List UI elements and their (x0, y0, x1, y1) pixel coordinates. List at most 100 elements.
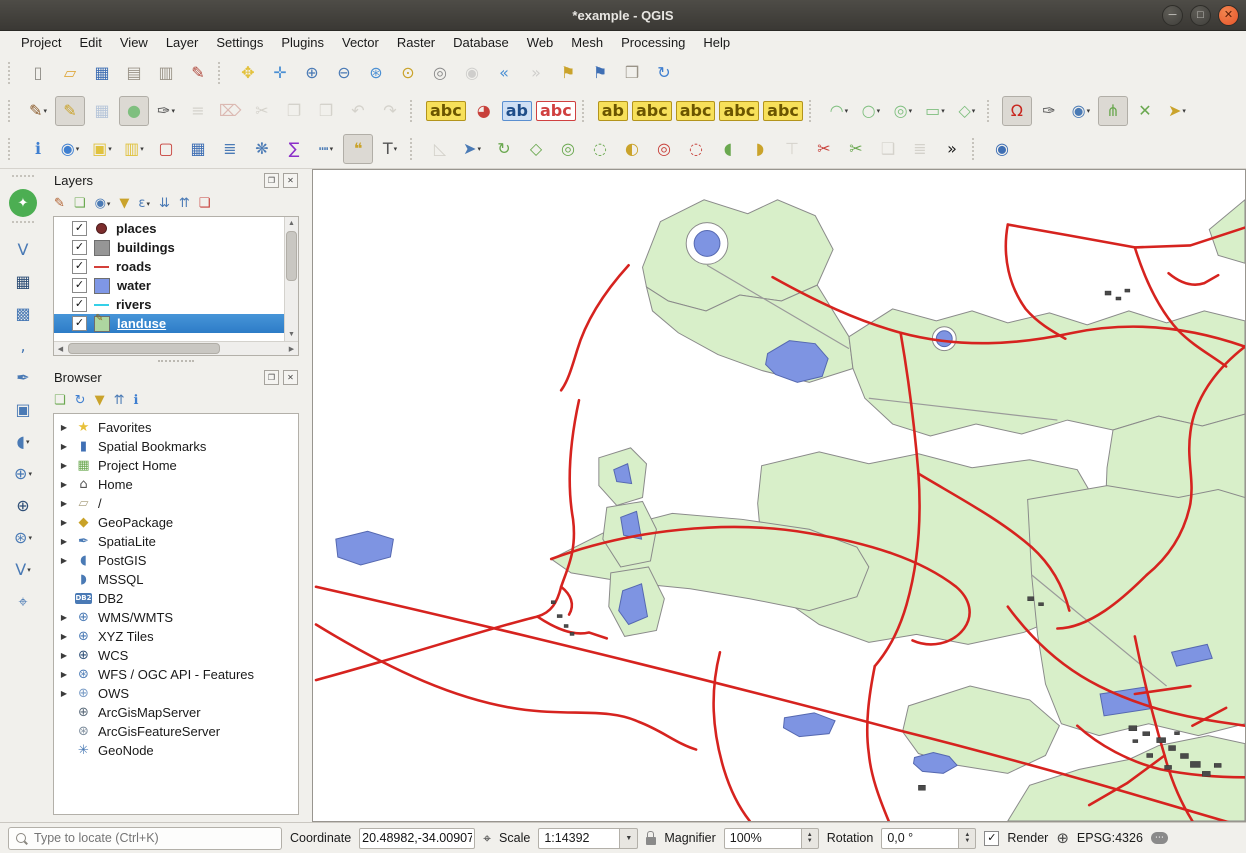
browser-toolbar-refresh-browser[interactable]: ↻▾ (75, 394, 86, 407)
menu-settings[interactable]: Settings (207, 32, 272, 53)
layer-visibility-checkbox[interactable]: ✓ (72, 240, 87, 255)
tool-current-edits[interactable]: ✎▾ (23, 96, 53, 126)
tool-paste-features[interactable]: ❒▾ (311, 96, 341, 126)
menu-layer[interactable]: Layer (157, 32, 208, 53)
tool-zoom-next[interactable]: »▾ (521, 58, 551, 88)
layers-toolbar-filter-legend[interactable]: ▼▾ (119, 197, 129, 210)
menu-database[interactable]: Database (444, 32, 518, 53)
tool-map-tips[interactable]: ❝▾ (343, 134, 373, 164)
tool-new-spatial-bookmark[interactable]: ⚑▾ (553, 58, 583, 88)
dropdown-arrow-icon[interactable]: ▾ (146, 200, 150, 208)
tool-processing-toolbox[interactable]: ❋▾ (247, 134, 277, 164)
browser-item-wcs[interactable]: ▶ ⊕ WCS (54, 646, 298, 665)
tool-pan-to-selection[interactable]: ✛▾ (265, 58, 295, 88)
tool-text-annotation[interactable]: T▾ (375, 134, 405, 164)
layers-toolbar-collapse-all[interactable]: ⇈▾ (179, 197, 190, 210)
maximize-button[interactable]: □ (1190, 5, 1211, 26)
expand-arrow-icon[interactable]: ▶ (59, 442, 69, 451)
menu-view[interactable]: View (111, 32, 157, 53)
layers-toolbar-expand-all[interactable]: ⇊▾ (159, 197, 170, 210)
browser-toolbar-browser-properties[interactable]: ℹ▾ (133, 394, 138, 407)
menu-processing[interactable]: Processing (612, 32, 694, 53)
tool-enable-snapping[interactable]: Ω▾ (1002, 96, 1032, 126)
locate-search[interactable] (8, 827, 282, 850)
tool-digitize-ellipse[interactable]: ◎▾ (888, 96, 918, 126)
menu-raster[interactable]: Raster (388, 32, 444, 53)
layer-item-roads[interactable]: ✓ roads (54, 257, 284, 276)
tool-add-delimited-text-layer[interactable]: ,▾ (8, 331, 38, 361)
browser-item-xyz-tiles[interactable]: ▶ ⊕ XYZ Tiles (54, 627, 298, 646)
tool-cad-tools[interactable]: ◺▾ (425, 134, 455, 164)
magnifier-value[interactable]: 100% (724, 828, 802, 849)
tool-merge-attributes[interactable]: ≣▾ (905, 134, 935, 164)
browser-item-arcgis-map-server[interactable]: ⊕ ArcGisMapServer (54, 703, 298, 722)
layer-visibility-checkbox[interactable]: ✓ (72, 259, 87, 274)
expand-arrow-icon[interactable]: ▶ (59, 461, 69, 470)
tool-add-spatialite-layer[interactable]: ✒▾ (8, 363, 38, 393)
layer-item-rivers[interactable]: ✓ rivers (54, 295, 284, 314)
tool-select-features[interactable]: ▣▾ (87, 134, 117, 164)
browser-item-spatialite[interactable]: ▶ ✒ SpatiaLite (54, 532, 298, 551)
tool-toolbar-overflow[interactable]: »▾ (937, 134, 967, 164)
dropdown-arrow-icon[interactable]: ▾ (394, 145, 398, 153)
scrollbar-thumb[interactable] (286, 231, 297, 281)
tool-split-parts[interactable]: ✂▾ (841, 134, 871, 164)
dropdown-arrow-icon[interactable]: ▾ (28, 470, 32, 478)
tool-statistical-summary[interactable]: ∑▾ (279, 134, 309, 164)
tool-save-project[interactable]: ▦▾ (87, 58, 117, 88)
tool-digitize-regular-polygon[interactable]: ◇▾ (952, 96, 982, 126)
lock-scale-icon[interactable] (646, 837, 656, 845)
expand-arrow-icon[interactable]: ▶ (59, 651, 69, 660)
dropdown-arrow-icon[interactable]: ▾ (27, 566, 31, 574)
expand-arrow-icon[interactable]: ▶ (59, 632, 69, 641)
layers-vertical-scrollbar[interactable]: ▲ ▼ (284, 217, 298, 341)
locate-input[interactable] (32, 830, 274, 846)
tool-open-data-source-manager[interactable]: ✦▾ (9, 189, 37, 217)
browser-panel-float-button[interactable]: ❐ (264, 370, 279, 385)
dropdown-arrow-icon[interactable]: ▾ (477, 145, 481, 153)
dropdown-arrow-icon[interactable]: ▾ (171, 107, 175, 115)
browser-toolbar-collapse-all-browser[interactable]: ⇈▾ (114, 394, 125, 407)
scroll-down-arrow-icon[interactable]: ▼ (285, 328, 298, 341)
tool-zoom-native-resolution[interactable]: ◉▾ (457, 58, 487, 88)
tool-delete-selected[interactable]: ⌦▾ (215, 96, 245, 126)
tool-simplify-feature[interactable]: ◇▾ (521, 134, 551, 164)
tool-metasearch[interactable]: ◉▾ (987, 134, 1017, 164)
dropdown-arrow-icon[interactable]: ▾ (1182, 107, 1186, 115)
layers-panel-close-button[interactable]: ✕ (283, 173, 298, 188)
tool-open-project[interactable]: ▱▾ (55, 58, 85, 88)
browser-toolbar-filter-browser[interactable]: ▼▾ (95, 394, 105, 407)
browser-item-arcgis-feature-server[interactable]: ⊛ ArcGisFeatureServer (54, 722, 298, 741)
tool-rotate-feature[interactable]: ↻▾ (489, 134, 519, 164)
browser-item-spatial-bookmarks[interactable]: ▶ ▮ Spatial Bookmarks (54, 437, 298, 456)
map-canvas[interactable] (312, 169, 1246, 822)
browser-item-wfs-ogc-api[interactable]: ▶ ⊛ WFS / OGC API - Features (54, 665, 298, 684)
tool-add-virtual-layer[interactable]: ▣▾ (8, 395, 38, 425)
tool-add-polygon-feature[interactable]: ●▾ (119, 96, 149, 126)
menu-vector[interactable]: Vector (333, 32, 388, 53)
dropdown-arrow-icon[interactable]: ▾ (330, 145, 334, 153)
expand-arrow-icon[interactable]: ▶ (59, 518, 69, 527)
menu-web[interactable]: Web (518, 32, 563, 53)
tool-cut-features[interactable]: ✂▾ (247, 96, 277, 126)
tool-move-feature[interactable]: ➤▾ (457, 134, 487, 164)
tool-move-label-diagram[interactable]: abc▾ (675, 96, 717, 126)
tool-add-part[interactable]: ◌▾ (585, 134, 615, 164)
browser-item-project-home[interactable]: ▶ ▦ Project Home (54, 456, 298, 475)
browser-panel-close-button[interactable]: ✕ (283, 370, 298, 385)
dropdown-arrow-icon[interactable]: ▾ (877, 107, 881, 115)
layer-visibility-checkbox[interactable]: ✓ (72, 278, 87, 293)
layer-visibility-checkbox[interactable]: ✓ (72, 221, 87, 236)
tool-select-features-by-value[interactable]: ▥▾ (119, 134, 149, 164)
tool-add-wfs-layer[interactable]: ⊛▾ (8, 523, 38, 553)
tool-new-shapefile-layer[interactable]: V▾ (8, 555, 38, 585)
tool-vertex-tool[interactable]: ✑▾ (151, 96, 181, 126)
scale-value[interactable]: 1:14392 (538, 828, 620, 849)
tool-zoom-last[interactable]: «▾ (489, 58, 519, 88)
tool-rotate-label[interactable]: abc▾ (718, 96, 760, 126)
scroll-up-arrow-icon[interactable]: ▲ (285, 217, 298, 230)
tool-trim-extend-feature[interactable]: ⊤▾ (777, 134, 807, 164)
tool-new-print-layout[interactable]: ▤▾ (119, 58, 149, 88)
tool-run-feature-action[interactable]: ◉▾ (55, 134, 85, 164)
tool-highlight-pinned-labels[interactable]: abc▾ (535, 96, 577, 126)
